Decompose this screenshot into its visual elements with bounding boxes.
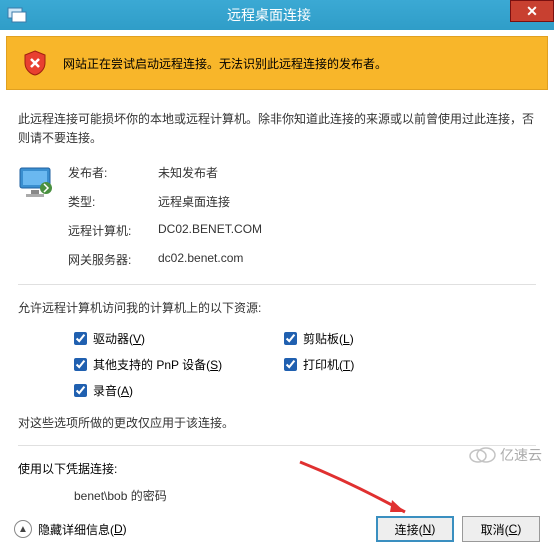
connection-info: 发布者:未知发布者 类型:远程桌面连接 远程计算机:DC02.BENET.COM… (18, 164, 536, 268)
chevron-up-icon: ▲ (14, 520, 32, 538)
warning-message: 网站正在尝试启动远程连接。无法识别此远程连接的发布者。 (63, 55, 387, 72)
checkbox-audio-input[interactable] (74, 384, 87, 397)
close-icon: ✕ (526, 3, 538, 20)
resources-heading: 允许远程计算机访问我的计算机上的以下资源: (18, 299, 536, 316)
shield-warning-icon (21, 49, 49, 77)
remote-value: DC02.BENET.COM (158, 222, 262, 239)
cancel-button[interactable]: 取消(C) (462, 516, 540, 542)
dialog-footer: ▲ 隐藏详细信息(D) 连接(N) 取消(C) (0, 506, 554, 552)
checkbox-drives[interactable]: 驱动器(V) (74, 330, 284, 347)
warning-bar: 网站正在尝试启动远程连接。无法识别此远程连接的发布者。 (6, 36, 548, 90)
hide-details-toggle[interactable]: ▲ 隐藏详细信息(D) (14, 520, 127, 538)
connect-button[interactable]: 连接(N) (376, 516, 454, 542)
credentials-heading: 使用以下凭据连接: (18, 460, 536, 477)
publisher-label: 发布者: (68, 164, 158, 181)
options-note: 对这些选项所做的更改仅应用于该连接。 (18, 414, 536, 431)
close-button[interactable]: ✕ (510, 0, 554, 22)
gateway-label: 网关服务器: (68, 251, 158, 268)
checkbox-pnp[interactable]: 其他支持的 PnP 设备(S) (74, 356, 284, 373)
monitor-icon (18, 166, 56, 198)
description-text: 此远程连接可能损坏你的本地或远程计算机。除非你知道此连接的来源或以前曾使用过此连… (18, 110, 536, 148)
window-title: 远程桌面连接 (28, 5, 510, 25)
checkbox-printers[interactable]: 打印机(T) (284, 356, 494, 373)
divider (18, 284, 536, 285)
publisher-value: 未知发布者 (158, 164, 218, 181)
checkbox-pnp-input[interactable] (74, 358, 87, 371)
title-bar: 远程桌面连接 ✕ (0, 0, 554, 30)
type-value: 远程桌面连接 (158, 193, 230, 210)
checkbox-clipboard-input[interactable] (284, 332, 297, 345)
gateway-value: dc02.benet.com (158, 251, 243, 268)
rdp-icon (6, 4, 28, 26)
credentials-value: benet\bob 的密码 (74, 487, 536, 504)
divider (18, 445, 536, 446)
checkbox-drives-input[interactable] (74, 332, 87, 345)
checkbox-clipboard[interactable]: 剪贴板(L) (284, 330, 494, 347)
checkbox-audio[interactable]: 录音(A) (74, 382, 284, 399)
remote-label: 远程计算机: (68, 222, 158, 239)
type-label: 类型: (68, 193, 158, 210)
checkbox-printers-input[interactable] (284, 358, 297, 371)
